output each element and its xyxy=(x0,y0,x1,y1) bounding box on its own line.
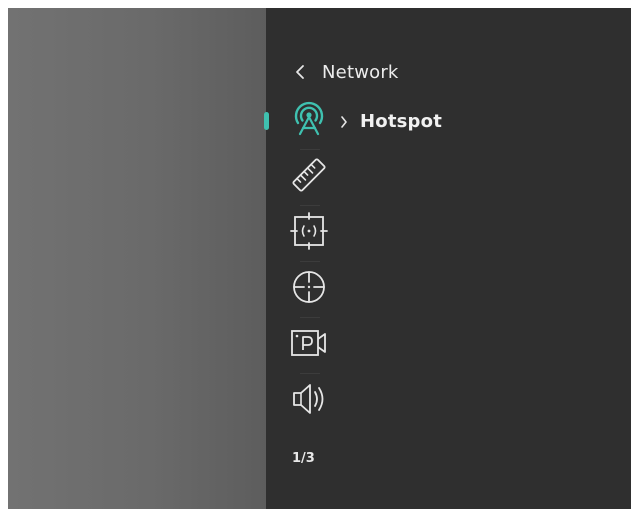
speaker-icon xyxy=(289,379,329,423)
camera-preview-area xyxy=(8,8,266,509)
menu-item-picture-in-picture[interactable] xyxy=(286,322,332,368)
menu-item-hotspot[interactable] xyxy=(286,98,332,144)
menu-item-audio[interactable] xyxy=(286,378,332,424)
menu-item-ruler[interactable] xyxy=(286,154,332,200)
ruler-icon xyxy=(289,155,329,199)
pip-camera-icon xyxy=(289,323,329,367)
menu-divider xyxy=(300,205,320,206)
hotspot-icon xyxy=(289,99,329,143)
menu-divider xyxy=(300,261,320,262)
page-title: Network xyxy=(322,61,399,83)
active-item-indicator xyxy=(264,112,269,130)
panel-header: Network xyxy=(292,60,399,84)
menu-divider xyxy=(300,317,320,318)
chevron-right-icon xyxy=(340,114,350,130)
device-screen: Network Hotspot 1/3 xyxy=(8,8,631,509)
page-indicator: 1/3 xyxy=(292,451,315,466)
submenu-label: Hotspot xyxy=(360,111,443,132)
menu-item-target-center[interactable] xyxy=(286,210,332,256)
crosshair-icon xyxy=(289,267,329,311)
target-center-icon xyxy=(289,211,329,255)
menu-divider xyxy=(300,149,320,150)
back-chevron-icon[interactable] xyxy=(292,62,308,82)
settings-panel: Network Hotspot 1/3 xyxy=(264,8,631,509)
menu-divider xyxy=(300,373,320,374)
menu-item-crosshair[interactable] xyxy=(286,266,332,312)
submenu-entry-hotspot[interactable]: Hotspot xyxy=(340,111,442,132)
